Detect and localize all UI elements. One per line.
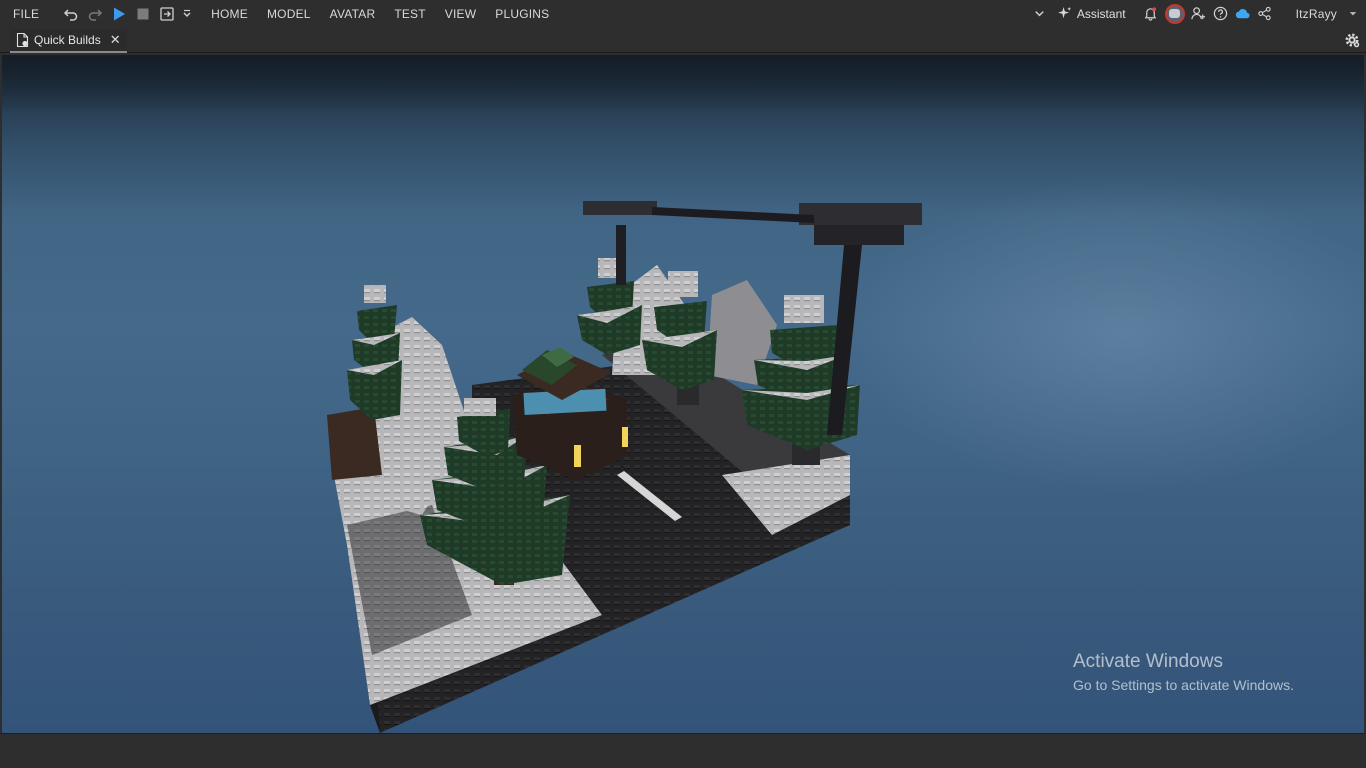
- right-tools: Assistant ItzRayy: [1029, 0, 1366, 27]
- status-bar: [0, 733, 1366, 768]
- notification-bell-icon[interactable]: [1141, 4, 1161, 24]
- file-menu[interactable]: FILE: [7, 7, 45, 21]
- watermark-title: Activate Windows: [1073, 651, 1223, 672]
- undo-icon[interactable]: [62, 5, 80, 23]
- tab-label: Quick Builds: [34, 33, 101, 47]
- document-icon: [16, 33, 34, 47]
- tree-left: [347, 285, 402, 420]
- user-caret-down-icon[interactable]: [1348, 4, 1358, 24]
- play-icon[interactable]: [110, 5, 128, 23]
- exit-icon[interactable]: [158, 5, 176, 23]
- share-icon[interactable]: [1255, 4, 1275, 24]
- 3d-viewport[interactable]: Activate Windows Go to Settings to activ…: [2, 55, 1364, 733]
- menu-plugins[interactable]: PLUGINS: [489, 7, 555, 21]
- menu-model[interactable]: MODEL: [261, 7, 317, 21]
- assistant-label: Assistant: [1076, 6, 1126, 21]
- help-icon[interactable]: [1211, 4, 1231, 24]
- gear-icon[interactable]: [1344, 32, 1360, 48]
- caret-down-icon[interactable]: [182, 5, 192, 23]
- menu-test[interactable]: TEST: [388, 7, 431, 21]
- avatar[interactable]: [1164, 3, 1185, 24]
- cloud-icon[interactable]: [1233, 4, 1253, 24]
- menu-view[interactable]: VIEW: [439, 7, 482, 21]
- main-menus: HOME MODEL AVATAR TEST VIEW PLUGINS: [205, 7, 562, 21]
- snow-scene-model[interactable]: [2, 55, 1364, 733]
- activate-windows-watermark: Activate Windows Go to Settings to activ…: [1073, 651, 1294, 695]
- document-tab-bar: Quick Builds ✕: [0, 27, 1366, 53]
- tab-quick-builds[interactable]: Quick Builds ✕: [10, 29, 127, 53]
- avatar-image: [1169, 9, 1181, 18]
- user-add-icon[interactable]: [1189, 4, 1209, 24]
- username[interactable]: ItzRayy: [1290, 7, 1343, 21]
- redo-icon[interactable]: [86, 5, 104, 23]
- tree-back-left: [577, 258, 642, 355]
- assistant-button[interactable]: Assistant: [1057, 6, 1126, 21]
- stop-icon[interactable]: [134, 5, 152, 23]
- watermark-subtitle: Go to Settings to activate Windows.: [1073, 677, 1294, 693]
- chevron-down-icon[interactable]: [1030, 4, 1050, 24]
- menu-avatar[interactable]: AVATAR: [324, 7, 382, 21]
- menu-home[interactable]: HOME: [205, 7, 254, 21]
- close-icon[interactable]: ✕: [110, 32, 121, 48]
- top-toolbar: FILE HOME MODEL AVATAR TEST VIEW PLUGINS…: [0, 0, 1366, 27]
- sparkle-icon: [1057, 6, 1071, 19]
